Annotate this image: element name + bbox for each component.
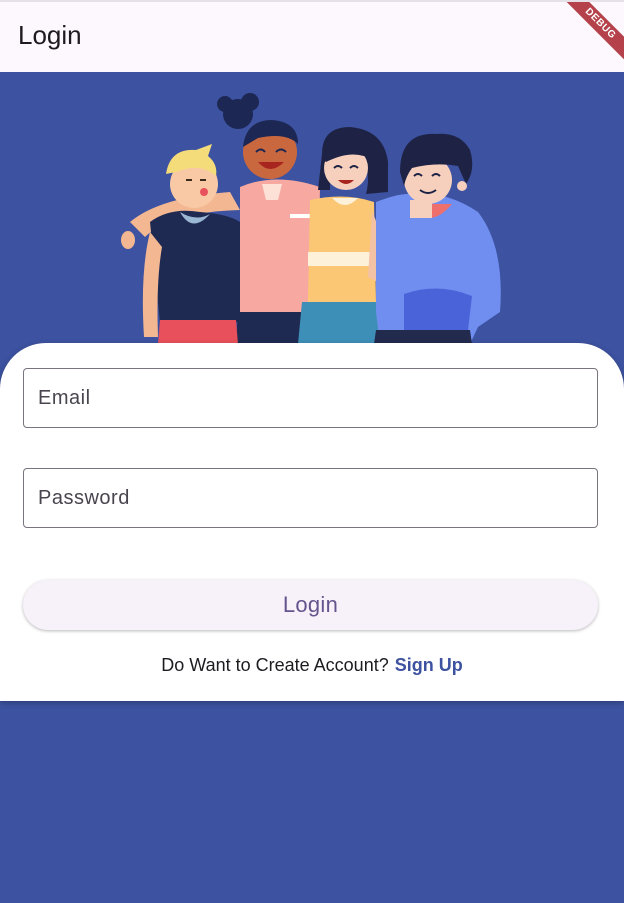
signup-link[interactable]: Sign Up <box>395 655 463 675</box>
password-field[interactable] <box>23 468 598 528</box>
password-input[interactable] <box>24 469 597 527</box>
friends-illustration <box>121 93 501 344</box>
email-field[interactable] <box>23 368 598 428</box>
debug-banner: DEBUG <box>552 2 624 74</box>
app-bar: Login DEBUG <box>0 0 624 72</box>
login-card: Login Do Want to Create Account? Sign Up <box>0 343 624 701</box>
page-title: Login <box>18 20 82 50</box>
signup-prompt: Do Want to Create Account? <box>161 655 389 675</box>
signup-row: Do Want to Create Account? Sign Up <box>0 655 624 676</box>
debug-label: DEBUG <box>558 2 624 66</box>
email-input[interactable] <box>24 369 597 427</box>
hero-illustration <box>0 72 624 344</box>
login-button[interactable]: Login <box>23 580 598 630</box>
